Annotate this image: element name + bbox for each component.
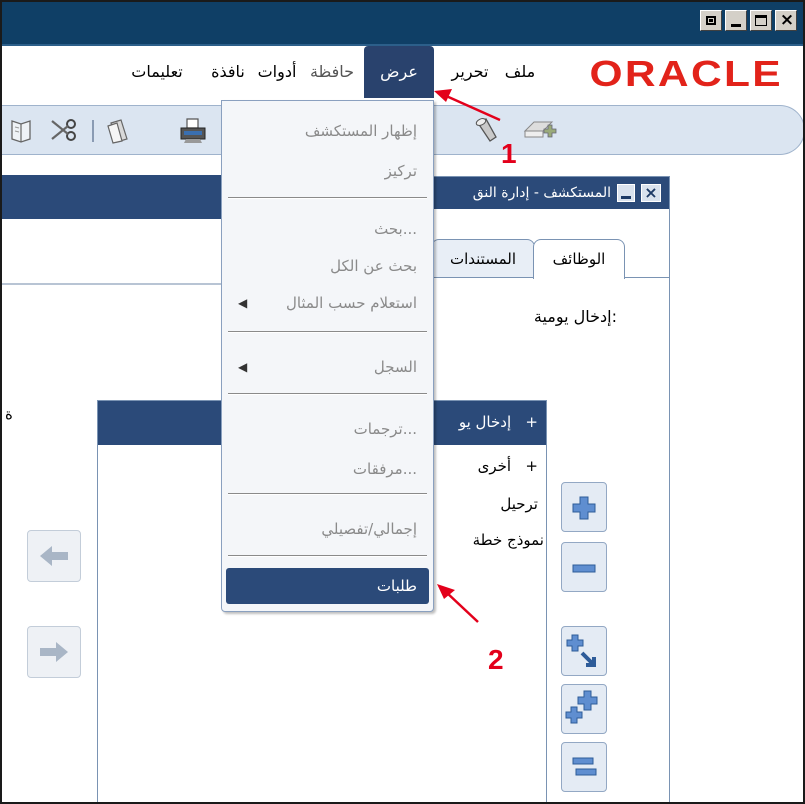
callout-arrows (434, 89, 501, 623)
callout-arrowhead-1 (434, 89, 452, 102)
callout-arrow-1 (443, 93, 501, 122)
oracle-forms-window: × ORACLE ملف تحرير عرض حافظة أدوات نافذة… (0, 0, 805, 804)
callout-number-1: 1 (501, 138, 517, 169)
callout-number-2: 2 (488, 644, 504, 675)
callout-arrow-2 (445, 591, 479, 623)
